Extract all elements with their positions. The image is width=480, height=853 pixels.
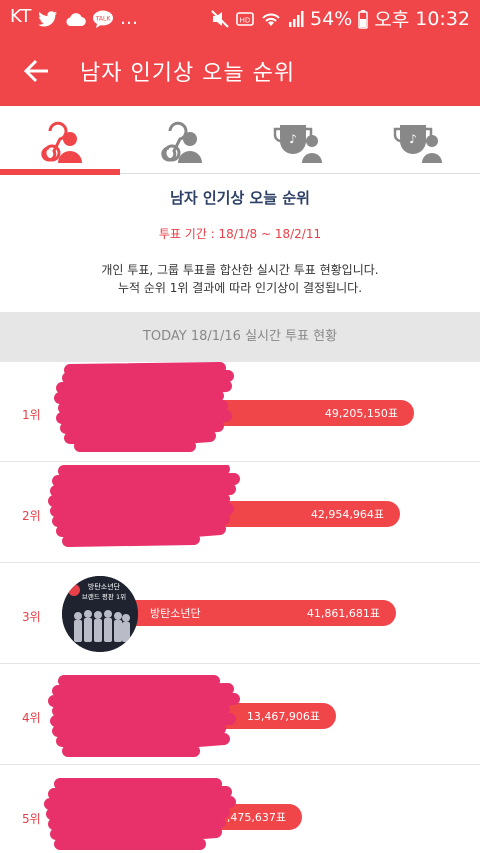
description: 개인 투표, 그룹 투표를 합산한 실시간 투표 현황입니다. 누적 순위 1위… xyxy=(0,261,480,297)
redaction-scribble xyxy=(48,675,240,757)
mute-icon xyxy=(211,9,229,28)
redaction-scribble xyxy=(48,465,240,547)
battery-percent: 54% xyxy=(310,7,353,30)
tab-trophy-male[interactable]: ♪ xyxy=(240,106,360,174)
avatar: 방탄소년단 브랜드 평판 1위 xyxy=(62,576,138,652)
trophy-male-icon: ♪ xyxy=(273,125,322,163)
description-line-1: 개인 투표, 그룹 투표를 합산한 실시간 투표 현황입니다. xyxy=(101,263,379,277)
today-header: TODAY 18/1/16 실시간 투표 현황 xyxy=(0,312,480,362)
svg-text:TALK: TALK xyxy=(95,15,112,22)
rank-number: 1위 xyxy=(22,408,41,422)
male-popularity-icon xyxy=(41,121,82,163)
rank-number: 2위 xyxy=(22,509,41,523)
vote-count: 41,861,681표 xyxy=(306,607,380,620)
carrier-label: KT xyxy=(10,6,32,27)
notification-icons: TALK … xyxy=(38,8,139,29)
app-bar: 남자 인기상 오늘 순위 xyxy=(0,36,480,106)
rank-number: 5위 xyxy=(22,812,41,826)
wifi-icon xyxy=(262,13,280,26)
rank-row-5[interactable]: 5위 2,475,637표 xyxy=(0,766,480,853)
more-notifications-icon: … xyxy=(120,8,139,29)
battery-icon xyxy=(358,9,369,29)
female-popularity-icon xyxy=(161,121,202,163)
rank-number: 4위 xyxy=(22,711,41,725)
avatar-caption-line-2: 브랜드 평판 1위 xyxy=(82,592,126,601)
rank-row-1[interactable]: 1위 49,205,150표 xyxy=(0,362,480,462)
vote-period: 투표 기간 : 18/1/8 ~ 18/2/11 xyxy=(158,227,322,241)
tab-male-popularity[interactable] xyxy=(0,106,120,175)
svg-text:♪: ♪ xyxy=(289,132,297,146)
ampm-label: 오후 xyxy=(374,9,410,31)
trophy-female-icon: ♪ xyxy=(393,125,442,163)
rank-row-4[interactable]: 4위 13,467,906표 xyxy=(0,665,480,765)
rank-row-3[interactable]: 3위 방탄소년단 41,861,681표 방탄소년단 브랜드 평판 1위 xyxy=(0,564,480,664)
svg-text:♪: ♪ xyxy=(409,132,417,146)
clock: 10:32 xyxy=(415,7,470,30)
status-bar: KT TALK … HD 54% 오후 10:32 xyxy=(0,0,480,36)
status-right: HD 54% 오후 10:32 xyxy=(210,5,470,32)
avatar-caption-line-1: 방탄소년단 xyxy=(88,582,121,591)
svg-text:HD: HD xyxy=(240,16,251,24)
vote-count: 49,205,150표 xyxy=(324,407,398,420)
talk-icon: TALK xyxy=(93,10,113,28)
hd-icon: HD xyxy=(236,11,254,26)
signal-icon xyxy=(289,10,304,27)
tab-trophy-female[interactable]: ♪ xyxy=(360,106,480,174)
vote-count: 42,954,964표 xyxy=(310,508,384,521)
rank-row-2[interactable]: 2위 42,954,964표 xyxy=(0,463,480,563)
page-title: 남자 인기상 오늘 순위 xyxy=(80,61,296,86)
cloud-icon xyxy=(66,12,86,26)
group-photo: 방탄소년단 브랜드 평판 1위 xyxy=(62,576,138,652)
redaction-scribble xyxy=(44,778,236,850)
redaction-scribble xyxy=(54,362,234,452)
back-arrow-icon[interactable] xyxy=(22,56,52,86)
twitter-icon xyxy=(38,10,57,26)
section-heading: 남자 인기상 오늘 순위 xyxy=(170,189,310,207)
rank-number: 3위 xyxy=(22,610,41,624)
vote-info: 남자 인기상 오늘 순위 투표 기간 : 18/1/8 ~ 18/2/11 개인… xyxy=(0,175,480,312)
description-line-2: 누적 순위 1위 결과에 따라 인기상이 결정됩니다. xyxy=(117,281,363,295)
artist-name: 방탄소년단 xyxy=(150,607,201,620)
category-tabs: ♪ ♪ xyxy=(0,106,480,175)
vote-count: 13,467,906표 xyxy=(246,710,320,723)
tab-female-popularity[interactable] xyxy=(120,106,240,174)
